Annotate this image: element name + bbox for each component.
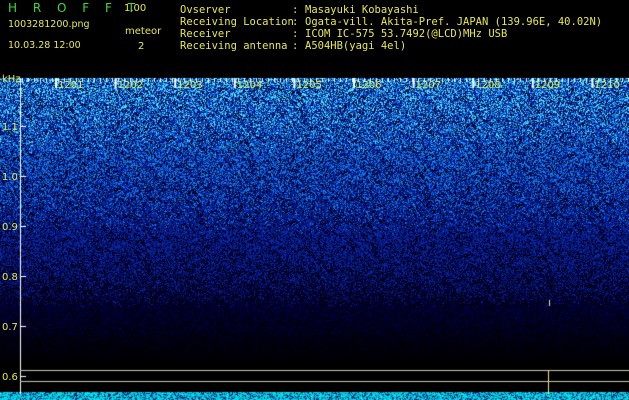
x-tick-label: 1210 [594, 80, 620, 91]
info-colon: : [292, 16, 299, 28]
info-label-observer: Ovserver [180, 4, 231, 16]
info-colon: : [292, 4, 299, 16]
detection-count: 2 [138, 41, 145, 52]
y-tick-label: 1.0 [2, 172, 18, 183]
x-tick-label: 1203 [177, 80, 203, 91]
x-tick-label: 1207 [415, 80, 442, 91]
x-tick-label: 1209 [534, 80, 561, 91]
spectrogram-image [0, 74, 629, 400]
info-value-receiver: ICOM IC-575 53.7492(@LCD)MHz USB [305, 28, 508, 40]
y-tick-label: 0.6 [2, 372, 18, 383]
x-tick-label: 1205 [296, 80, 322, 91]
info-label-receiver: Receiver [180, 28, 231, 40]
x-tick-label: 1206 [356, 80, 382, 91]
info-value-location: Ogata-vill. Akita-Pref. JAPAN (139.96E, … [305, 16, 603, 28]
x-tick-label: 1204 [236, 80, 263, 91]
file-datetime: 10.03.28 12:00 [8, 40, 81, 51]
y-tick-label: 0.9 [2, 222, 18, 233]
y-tick-label: 0.7 [2, 322, 18, 333]
info-label-location: Receiving Location [180, 16, 294, 28]
app-version: 1.00 [124, 3, 147, 14]
file-name: 1003281200.png [8, 19, 90, 30]
app-title: H R O F F T [8, 1, 142, 15]
y-tick-label: 0.8 [2, 272, 18, 283]
detection-mode: meteor [125, 26, 162, 37]
info-value-antenna: A504HB(yagi 4el) [305, 40, 407, 52]
x-tick-label: 1208 [475, 80, 501, 91]
x-tick-label: 1202 [117, 80, 144, 91]
info-label-antenna: Receiving antenna [180, 40, 288, 52]
frequency-unit-label: kHz [2, 74, 21, 85]
info-value-observer: Masayuki Kobayashi [305, 4, 419, 16]
y-tick-label: 1.1 [2, 122, 18, 133]
info-colon: : [292, 40, 299, 52]
x-tick-label: 1201 [58, 80, 84, 91]
info-colon: : [292, 28, 299, 40]
